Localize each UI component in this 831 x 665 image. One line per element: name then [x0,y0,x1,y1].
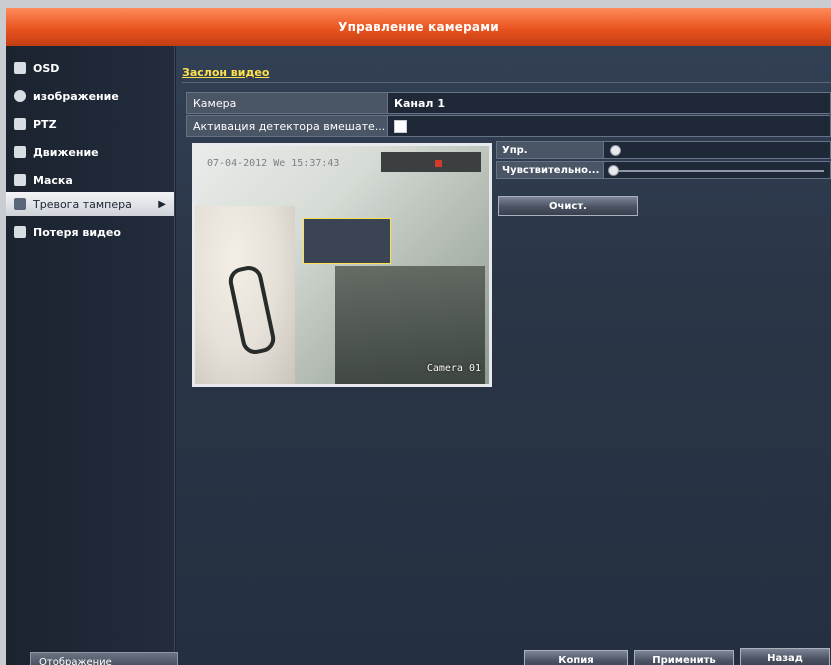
ptz-icon [14,118,26,130]
sidebar-item-image[interactable]: изображение [6,84,174,108]
tamper-icon [14,198,26,210]
control-label: Упр. [496,141,604,159]
osd-icon [14,62,26,74]
chevron-right-icon: ▶ [158,198,166,210]
control-knob[interactable] [610,145,621,156]
sidebar-item-label: PTZ [33,117,57,131]
sidebar-item-ptz[interactable]: PTZ [6,112,174,136]
screen: Управление камерами OSD изображение PTZ … [6,8,831,665]
sidebar-item-label: Маска [33,173,73,187]
control-toggle[interactable] [604,141,831,159]
preview-camera-name: Camera 01 [426,363,481,374]
motion-icon [14,146,26,158]
display-button[interactable]: Отображение [30,652,178,665]
sidebar: OSD изображение PTZ Движение Маска Трево… [6,46,175,665]
sidebar-item-label: Потеря видео [33,225,121,239]
video-preview[interactable]: 07-04-2012 We 15:37:43 Camera 01 [192,143,492,387]
preview-timestamp: 07-04-2012 We 15:37:43 [207,158,340,169]
sensitivity-label: Чувствительно... [496,161,604,179]
mask-icon [14,174,26,186]
tab-divider [182,82,831,83]
detector-checkbox[interactable] [394,119,407,133]
main-panel: Заслон видео Камера Канал 1 Активация де… [176,46,831,665]
sensitivity-track [618,170,824,172]
apply-button[interactable]: Применить [634,650,734,665]
sensitivity-slider[interactable] [604,161,831,179]
image-icon [14,90,26,102]
sidebar-item-label: Тревога тампера [33,197,132,211]
sidebar-item-osd[interactable]: OSD [6,56,174,80]
back-button[interactable]: Назад [740,648,830,665]
display-label: Отображение [39,656,112,665]
mask-area[interactable] [303,218,391,264]
recording-indicator-icon [435,160,442,167]
sidebar-item-mask[interactable]: Маска [6,168,174,192]
sensitivity-thumb[interactable] [608,165,619,176]
detector-label: Активация детектора вмешате... [186,115,388,137]
sidebar-item-video-loss[interactable]: Потеря видео [6,220,174,244]
camera-label: Камера [186,92,388,114]
control-row: Упр. [496,141,831,159]
sensitivity-row: Чувствительно... [496,161,831,179]
sidebar-item-label: изображение [33,89,119,103]
sidebar-item-motion[interactable]: Движение [6,140,174,164]
detector-value [388,115,831,137]
clear-button[interactable]: Очист. [498,196,638,216]
camera-select[interactable]: Канал 1 [388,92,831,114]
tab-video-tamper[interactable]: Заслон видео [182,66,269,79]
sidebar-item-label: OSD [33,61,60,75]
sidebar-item-label: Движение [33,145,99,159]
detector-row: Активация детектора вмешате... [186,115,831,137]
sidebar-item-tamper[interactable]: Тревога тампера ▶ [6,192,174,216]
copy-button[interactable]: Копия [524,650,628,665]
window-title: Управление камерами [6,8,831,46]
video-loss-icon [14,226,26,238]
camera-row: Камера Канал 1 [186,92,831,114]
preview-monitor [381,152,481,172]
